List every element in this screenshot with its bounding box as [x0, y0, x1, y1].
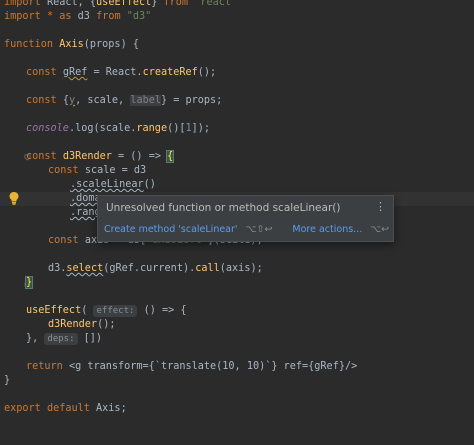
function-name: d3Render — [62, 151, 112, 162]
keyword-const: const — [26, 95, 57, 106]
deps-array: []) — [83, 333, 103, 344]
code-line-22: useEffect( effect: () => { — [26, 304, 187, 318]
code-line-4: function Axis(props) { — [4, 38, 139, 52]
call-call: call — [195, 263, 220, 274]
call-useeffect: useEffect — [26, 305, 82, 316]
quick-fix-popup: Unresolved function or method scaleLinea… — [97, 195, 394, 242]
expr-tail: } = props; — [160, 95, 223, 106]
import-default: React — [46, 0, 78, 8]
brace: }, — [26, 333, 39, 344]
code-line-12: const d3Render = () => { — [26, 150, 175, 164]
expr: (gRef.current). — [103, 263, 196, 274]
code-line-26: return <g transform={`translate(10, 10)`… — [26, 360, 357, 374]
console-object: console — [26, 123, 69, 134]
code-line-27: } — [4, 374, 10, 388]
expr: ()[ — [167, 123, 186, 134]
keyword-function: function — [4, 39, 54, 50]
jsx-expression: <g transform={`translate(10, 10)`} ref={… — [68, 361, 358, 372]
code-line-1: import React, {useEffect} from "react" — [4, 0, 237, 10]
code-editor[interactable]: import React, {useEffect} from "react" i… — [0, 0, 474, 445]
code-line-20: } — [24, 276, 34, 290]
destructure-scale: scale, — [81, 95, 131, 106]
keyword-import: import — [4, 11, 41, 22]
expr-tail: ]); — [191, 123, 211, 134]
keyword-from: from — [96, 11, 121, 22]
keyword-default: default — [46, 403, 90, 414]
code-line-2: import * as d3 from "d3" — [4, 10, 151, 24]
keyword-const: const — [26, 67, 57, 78]
expr: () => { — [143, 305, 187, 316]
code-line-13: const scale = d3 — [48, 164, 146, 178]
arrow: = () => — [111, 151, 168, 162]
expr: scale = d3 — [84, 165, 147, 176]
brace-highlight: } — [24, 276, 34, 289]
code-line-23: d3Render(); — [48, 318, 115, 332]
keyword-return: return — [26, 361, 63, 372]
import-named: useEffect — [96, 0, 152, 8]
parens: () — [143, 179, 156, 190]
code-line-19: d3.select(gRef.current).call(axis); — [48, 262, 263, 276]
code-line-14: .scaleLinear() — [70, 178, 156, 192]
module-string: "react" — [194, 0, 238, 8]
expr: = React. — [87, 67, 143, 78]
keyword-const: const — [48, 235, 79, 246]
keyword-import: import — [4, 0, 41, 8]
brace: } — [4, 375, 11, 386]
expr-tail: (axis); — [219, 263, 263, 274]
code-line-10: console.log(scale.range()[1]); — [26, 122, 210, 136]
call-d3render: d3Render — [48, 319, 98, 330]
code-line-24: }, deps: []) — [26, 332, 102, 346]
more-vertical-icon[interactable]: ⋮ — [375, 201, 386, 213]
destructure-y: y — [68, 95, 76, 106]
param-hint-deps: deps: — [44, 333, 78, 345]
destructure-label: label — [130, 95, 161, 106]
brace: } — [151, 0, 158, 8]
keyword-const: const — [26, 151, 57, 162]
params: (props) { — [83, 39, 139, 50]
export-name: Axis; — [96, 403, 127, 414]
keyword-const: const — [48, 165, 79, 176]
call-select: select — [66, 263, 104, 274]
expr: d3. — [48, 263, 67, 274]
call-scalelinear: .scaleLinear — [70, 179, 144, 190]
param-hint-effect: effect: — [93, 305, 138, 317]
code-line-6: const gRef = React.createRef(); — [26, 66, 216, 80]
call-range: range — [136, 123, 168, 134]
expr-tail: (); — [97, 319, 116, 330]
create-method-link[interactable]: Create method 'scaleLinear' — [104, 224, 238, 235]
expr-tail: (); — [197, 67, 217, 78]
code-line-29: export default Axis; — [4, 402, 127, 416]
import-name: d3 — [77, 11, 90, 22]
var-gref: gRef — [62, 67, 88, 78]
keyword-export: export — [4, 403, 41, 414]
call-createref: createRef — [142, 67, 198, 78]
more-actions-shortcut: ⌥↩ — [370, 224, 390, 235]
function-name: Axis — [59, 39, 84, 50]
brace-highlight: { — [166, 150, 175, 163]
create-method-shortcut: ⌥⇧↩ — [245, 224, 273, 235]
keyword-from: from — [163, 0, 189, 8]
popup-title: Unresolved function or method scaleLinea… — [106, 202, 341, 214]
more-actions-link[interactable]: More actions... — [292, 224, 362, 235]
lightbulb-icon[interactable] — [8, 191, 20, 205]
popup-actions: Create method 'scaleLinear' ⌥⇧↩ More actio… — [104, 224, 407, 235]
module-string: "d3" — [126, 11, 152, 22]
import-star: * as — [46, 11, 72, 22]
paren: ( — [81, 305, 88, 316]
code-line-8: const {y, scale, label} = props; — [26, 95, 223, 106]
expr: .log(scale. — [68, 123, 137, 134]
